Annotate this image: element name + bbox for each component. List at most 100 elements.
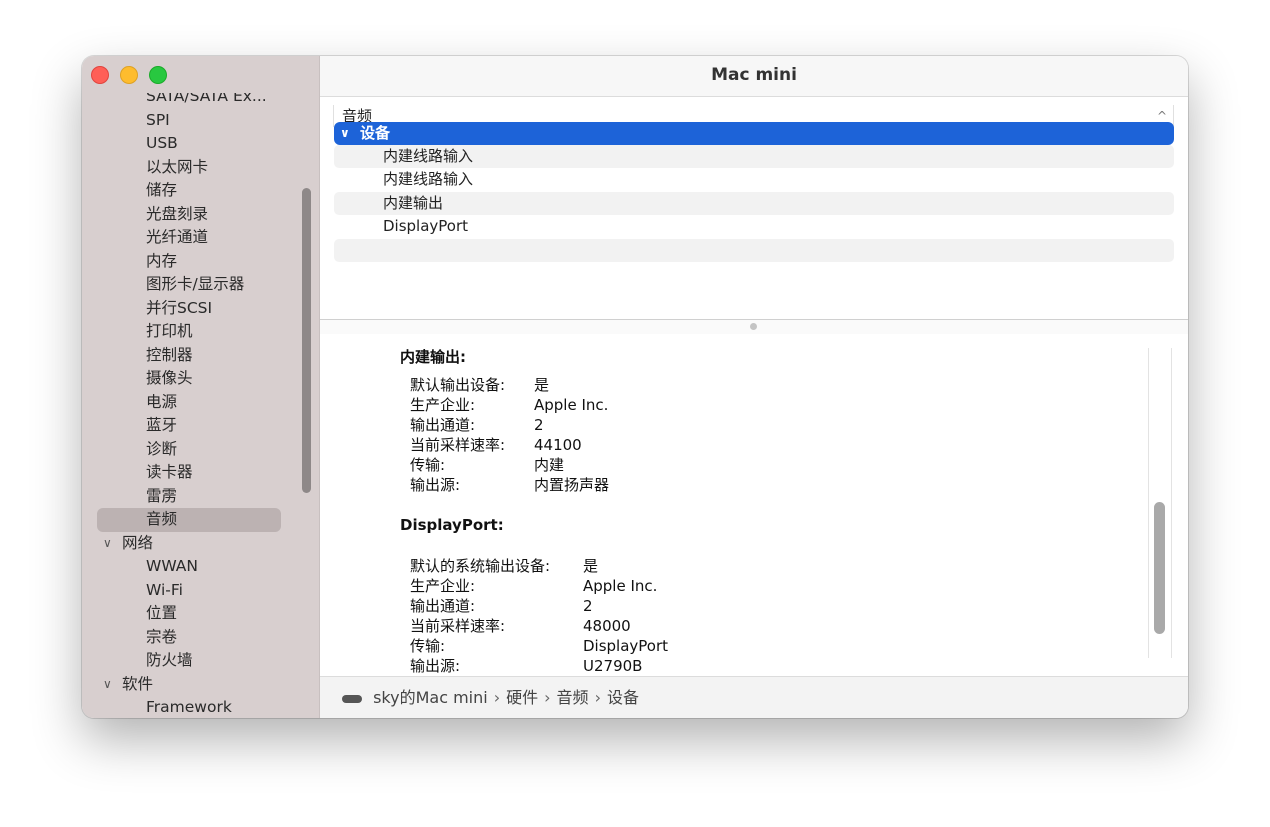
tree-row-label: DisplayPort — [383, 217, 469, 235]
field-value: 是 — [534, 376, 550, 394]
field-key: 输出通道: — [410, 416, 476, 434]
sidebar-group[interactable]: ∨ 网络 — [82, 532, 319, 556]
detail-section-title: DisplayPort: — [400, 516, 504, 534]
chevron-down-icon[interactable]: ∨ — [103, 673, 112, 697]
sidebar-item-label: Framework — [146, 698, 232, 716]
sidebar-item[interactable]: 摄像头 — [82, 367, 319, 391]
breadcrumb-item[interactable]: 设备 — [607, 688, 639, 707]
field-key: 生产企业: — [410, 396, 476, 414]
minimize-window-button[interactable] — [120, 66, 138, 84]
sidebar-item[interactable]: USB — [82, 132, 319, 156]
sidebar-item[interactable]: 控制器 — [82, 344, 319, 368]
breadcrumb-separator-icon: › — [493, 688, 501, 707]
detail-scrollbar-thumb[interactable] — [1154, 502, 1165, 634]
tree-row-label: 设备 — [360, 124, 391, 142]
window-title: Mac mini — [711, 65, 797, 85]
tree-row[interactable]: 内建输出 — [334, 192, 1174, 215]
field-value: 是 — [583, 557, 599, 575]
field-key: 输出源: — [410, 476, 461, 494]
sidebar-item-label: 以太网卡 — [146, 157, 209, 176]
sidebar-item[interactable]: SATA/SATA Ex... — [82, 93, 319, 109]
sidebar-item-label: 图形卡/显示器 — [146, 275, 245, 293]
sidebar-item[interactable]: 打印机 — [82, 320, 319, 344]
sidebar-scrollbar[interactable] — [302, 188, 311, 493]
sidebar-item-label: 软件 — [122, 674, 154, 693]
sidebar-item[interactable]: 位置 — [82, 602, 319, 626]
sidebar-item[interactable]: 内存 — [82, 250, 319, 274]
tree-row[interactable] — [334, 239, 1174, 262]
sidebar-item[interactable]: 储存 — [82, 179, 319, 203]
field-key: 输出通道: — [410, 597, 476, 615]
sidebar-item[interactable]: 并行SCSI — [82, 297, 319, 321]
sidebar-item-label: 防火墙 — [146, 651, 193, 669]
sidebar-item[interactable]: Framework — [82, 696, 319, 718]
sidebar-item-label: 光纤通道 — [146, 228, 209, 246]
sidebar-item[interactable]: 电源 — [82, 391, 319, 415]
field-key: 传输: — [410, 637, 446, 655]
field-value: Apple Inc. — [583, 577, 658, 595]
detail-pane: 内建输出: 默认输出设备: 是生产企业: Apple Inc. 输出通道: 2 当前采样速率… — [320, 334, 1188, 674]
sidebar-item[interactable]: 图形卡/显示器 — [82, 273, 319, 297]
splitter-handle-icon[interactable] — [750, 323, 757, 330]
field-value: 48000 — [583, 617, 631, 635]
sidebar-item-label: 网络 — [122, 533, 154, 552]
sidebar: SATA/SATA Ex... SPI USB 以太网卡储存光盘刻录光纤通道内存 图形卡… — [82, 56, 320, 718]
zoom-window-button[interactable] — [149, 66, 167, 84]
sidebar-list: SATA/SATA Ex... SPI USB 以太网卡储存光盘刻录光纤通道内存 图形卡… — [82, 93, 319, 718]
sidebar-item-label: SATA/SATA Ex... — [146, 93, 267, 105]
sidebar-item[interactable]: WWAN — [82, 555, 319, 579]
field-value: DisplayPort — [583, 637, 669, 655]
sidebar-item[interactable]: 宗卷 — [82, 626, 319, 650]
sidebar-item[interactable]: 防火墙 — [82, 649, 319, 673]
sidebar-item[interactable]: 雷雳 — [82, 485, 319, 509]
field-value: 2 — [583, 597, 593, 615]
sidebar-item[interactable]: 读卡器 — [82, 461, 319, 485]
field-key: 当前采样速率: — [410, 617, 506, 635]
field-value: U2790B — [583, 657, 643, 674]
sidebar-item-label: 诊断 — [146, 439, 178, 458]
device-list-pane: 音频 ^ ∨ 设备 内建线路输入 内建线路输入 内建输出 DisplayPort — [320, 97, 1188, 319]
sidebar-item-label: 宗卷 — [146, 627, 178, 646]
sidebar-group[interactable]: ∨ 软件 — [82, 673, 319, 697]
disclosure-chevron-icon[interactable]: ∨ — [340, 122, 350, 145]
sidebar-item-label: 蓝牙 — [146, 416, 178, 434]
breadcrumb-separator-icon: › — [544, 688, 551, 707]
pane-splitter[interactable] — [320, 319, 1188, 335]
sidebar-item[interactable]: 光盘刻录 — [82, 203, 319, 227]
field-value: 2 — [534, 416, 544, 434]
tree-row[interactable]: 内建线路输入 — [334, 145, 1174, 168]
sidebar-item[interactable]: 蓝牙 — [82, 414, 319, 438]
sidebar-item[interactable]: 以太网卡 — [82, 156, 319, 180]
detail-section-title: 内建输出: — [400, 348, 466, 366]
sidebar-item[interactable]: 光纤通道 — [82, 226, 319, 250]
close-window-button[interactable] — [91, 66, 109, 84]
breadcrumb-item[interactable]: 音频 — [557, 688, 589, 707]
path-bar: sky的Mac mini › 硬件 › 音频 › 设备 — [320, 676, 1188, 718]
tree-row[interactable]: 内建线路输入 — [334, 168, 1174, 191]
breadcrumb-item[interactable]: sky的Mac mini — [373, 688, 488, 707]
sidebar-item-label: 光盘刻录 — [146, 204, 209, 223]
detail-scrollbar-track[interactable] — [1148, 348, 1172, 658]
tree-row[interactable]: DisplayPort — [334, 215, 1174, 238]
field-key: 默认输出设备: — [410, 376, 506, 394]
sidebar-item[interactable]: Wi-Fi — [82, 579, 319, 603]
chevron-down-icon[interactable]: ∨ — [103, 532, 112, 556]
field-key: 当前采样速率: — [410, 436, 506, 454]
sidebar-item-label: WWAN — [146, 557, 199, 575]
tree-row-label: 内建线路输入 — [383, 147, 474, 165]
sidebar-item-label: 读卡器 — [146, 463, 193, 481]
field-value: 44100 — [534, 436, 582, 454]
field-key: 输出源: — [410, 657, 461, 674]
sidebar-item[interactable]: 音频 — [97, 508, 281, 532]
sidebar-item-label: 电源 — [146, 392, 178, 411]
tree-row-selected[interactable]: ∨ 设备 — [334, 122, 1174, 145]
field-key: 生产企业: — [410, 577, 476, 595]
sidebar-item[interactable]: SPI — [82, 109, 319, 133]
field-key: 默认的系统输出设备: — [410, 557, 551, 575]
sidebar-item-label: 储存 — [146, 181, 178, 199]
sidebar-item[interactable]: 诊断 — [82, 438, 319, 462]
sidebar-item-label: SPI — [146, 110, 170, 129]
tree-row-label: 内建输出 — [383, 194, 444, 212]
app-window: SATA/SATA Ex... SPI USB 以太网卡储存光盘刻录光纤通道内存 图形卡… — [82, 56, 1188, 718]
breadcrumb-item[interactable]: 硬件 — [506, 688, 538, 707]
